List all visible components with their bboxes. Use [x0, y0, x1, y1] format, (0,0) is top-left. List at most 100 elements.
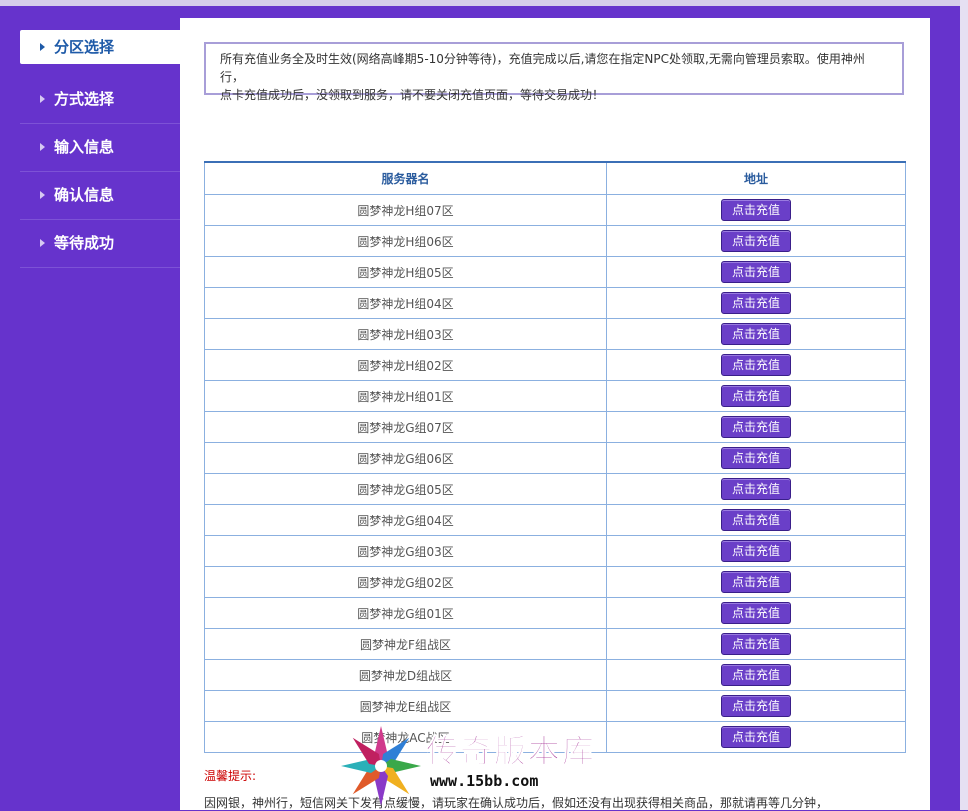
table-row: 圆梦神龙G组06区 点击充值	[204, 442, 906, 474]
recharge-button[interactable]: 点击充值	[721, 292, 791, 314]
recharge-button[interactable]: 点击充值	[721, 602, 791, 624]
right-border	[960, 0, 968, 810]
triangle-right-icon	[40, 191, 45, 199]
server-name-cell: 圆梦神龙H组06区	[204, 225, 607, 257]
step-item-wait-success[interactable]: 等待成功	[20, 220, 180, 268]
table-row: 圆梦神龙H组01区 点击充值	[204, 380, 906, 412]
address-cell: 点击充值	[606, 659, 906, 691]
server-name-cell: 圆梦神龙D组战区	[204, 659, 607, 691]
top-border	[0, 0, 968, 6]
address-cell: 点击充值	[606, 380, 906, 412]
recharge-button[interactable]: 点击充值	[721, 447, 791, 469]
table-row: 圆梦神龙G组03区 点击充值	[204, 535, 906, 567]
step-item-method-select[interactable]: 方式选择	[20, 76, 180, 124]
address-cell: 点击充值	[606, 287, 906, 319]
address-cell: 点击充值	[606, 628, 906, 660]
step-item-confirm-info[interactable]: 确认信息	[20, 172, 180, 220]
address-cell: 点击充值	[606, 194, 906, 226]
step-item-zone-select[interactable]: 分区选择	[20, 30, 180, 64]
server-name-cell: 圆梦神龙G组06区	[204, 442, 607, 474]
table-row: 圆梦神龙H组07区 点击充值	[204, 194, 906, 226]
tips-text: 因网银，神州行，短信网关下发有点缓慢，请玩家在确认成功后，假如还没有出现获得相关…	[204, 796, 829, 810]
table-row: 圆梦神龙G组01区 点击充值	[204, 597, 906, 629]
server-name-cell: 圆梦神龙H组05区	[204, 256, 607, 288]
server-name-cell: 圆梦神龙E组战区	[204, 690, 607, 722]
recharge-button[interactable]: 点击充值	[721, 571, 791, 593]
server-name-cell: 圆梦神龙AC战区	[204, 721, 607, 753]
server-name-cell: 圆梦神龙G组03区	[204, 535, 607, 567]
address-cell: 点击充值	[606, 318, 906, 350]
step-label: 输入信息	[54, 138, 115, 156]
server-name-cell: 圆梦神龙G组01区	[204, 597, 607, 629]
server-name-cell: 圆梦神龙G组04区	[204, 504, 607, 536]
recharge-button[interactable]: 点击充值	[721, 726, 791, 748]
step-sidebar: 分区选择 方式选择 输入信息 确认信息 等待成功	[20, 30, 180, 268]
table-row: 圆梦神龙H组06区 点击充值	[204, 225, 906, 257]
server-name-cell: 圆梦神龙G组07区	[204, 411, 607, 443]
triangle-right-icon	[40, 95, 45, 103]
recharge-button[interactable]: 点击充值	[721, 199, 791, 221]
recharge-button[interactable]: 点击充值	[721, 354, 791, 376]
server-name-cell: 圆梦神龙G组05区	[204, 473, 607, 505]
address-cell: 点击充值	[606, 535, 906, 567]
notice-line: 点卡充值成功后，没领取到服务，请不要关闭充值页面，等待交易成功！	[220, 88, 605, 102]
address-cell: 点击充值	[606, 566, 906, 598]
table-row: 圆梦神龙G组04区 点击充值	[204, 504, 906, 536]
server-name-cell: 圆梦神龙H组03区	[204, 318, 607, 350]
recharge-button[interactable]: 点击充值	[721, 478, 791, 500]
column-header-server-name: 服务器名	[204, 161, 607, 195]
table-row: 圆梦神龙F组战区 点击充值	[204, 628, 906, 660]
recharge-button[interactable]: 点击充值	[721, 695, 791, 717]
column-header-address: 地址	[606, 161, 906, 195]
main-panel: 所有充值业务全及时生效(网络高峰期5-10分钟等待)，充值完成以后,请您在指定N…	[180, 18, 930, 810]
table-row: 圆梦神龙H组03区 点击充值	[204, 318, 906, 350]
address-cell: 点击充值	[606, 349, 906, 381]
triangle-right-icon	[40, 239, 45, 247]
recharge-button[interactable]: 点击充值	[721, 230, 791, 252]
recharge-button[interactable]: 点击充值	[721, 261, 791, 283]
triangle-right-icon	[40, 43, 45, 51]
address-cell: 点击充值	[606, 411, 906, 443]
step-label: 方式选择	[54, 90, 115, 108]
address-cell: 点击充值	[606, 442, 906, 474]
address-cell: 点击充值	[606, 597, 906, 629]
recharge-button[interactable]: 点击充值	[721, 540, 791, 562]
address-cell: 点击充值	[606, 504, 906, 536]
table-row: 圆梦神龙H组02区 点击充值	[204, 349, 906, 381]
server-table: 服务器名 地址 圆梦神龙H组07区 点击充值 圆梦神龙H组06区 点击充值 圆梦神龙H组…	[204, 161, 906, 753]
step-label: 分区选择	[54, 38, 115, 56]
table-row: 圆梦神龙E组战区 点击充值	[204, 690, 906, 722]
recharge-button[interactable]: 点击充值	[721, 664, 791, 686]
step-item-enter-info[interactable]: 输入信息	[20, 124, 180, 172]
recharge-button[interactable]: 点击充值	[721, 633, 791, 655]
recharge-button[interactable]: 点击充值	[721, 385, 791, 407]
table-row: 圆梦神龙G组05区 点击充值	[204, 473, 906, 505]
recharge-button[interactable]: 点击充值	[721, 509, 791, 531]
table-row: 圆梦神龙G组07区 点击充值	[204, 411, 906, 443]
server-name-cell: 圆梦神龙H组01区	[204, 380, 607, 412]
server-name-cell: 圆梦神龙F组战区	[204, 628, 607, 660]
table-row: 圆梦神龙G组02区 点击充值	[204, 566, 906, 598]
address-cell: 点击充值	[606, 256, 906, 288]
table-header-row: 服务器名 地址	[204, 161, 906, 195]
server-name-cell: 圆梦神龙H组04区	[204, 287, 607, 319]
table-row: 圆梦神龙H组05区 点击充值	[204, 256, 906, 288]
server-name-cell: 圆梦神龙G组02区	[204, 566, 607, 598]
table-row: 圆梦神龙D组战区 点击充值	[204, 659, 906, 691]
recharge-button[interactable]: 点击充值	[721, 416, 791, 438]
tips-title: 温馨提示:	[204, 769, 257, 783]
notice-box: 所有充值业务全及时生效(网络高峰期5-10分钟等待)，充值完成以后,请您在指定N…	[204, 42, 904, 102]
table-row: 圆梦神龙H组04区 点击充值	[204, 287, 906, 319]
address-cell: 点击充值	[606, 721, 906, 753]
address-cell: 点击充值	[606, 690, 906, 722]
notice-line: 所有充值业务全及时生效(网络高峰期5-10分钟等待)，充值完成以后,请您在指定N…	[220, 52, 865, 84]
address-cell: 点击充值	[606, 225, 906, 257]
server-name-cell: 圆梦神龙H组07区	[204, 194, 607, 226]
step-label: 确认信息	[54, 186, 115, 204]
server-name-cell: 圆梦神龙H组02区	[204, 349, 607, 381]
triangle-right-icon	[40, 143, 45, 151]
table-row: 圆梦神龙AC战区 点击充值	[204, 721, 906, 753]
step-label: 等待成功	[54, 234, 115, 252]
recharge-button[interactable]: 点击充值	[721, 323, 791, 345]
address-cell: 点击充值	[606, 473, 906, 505]
